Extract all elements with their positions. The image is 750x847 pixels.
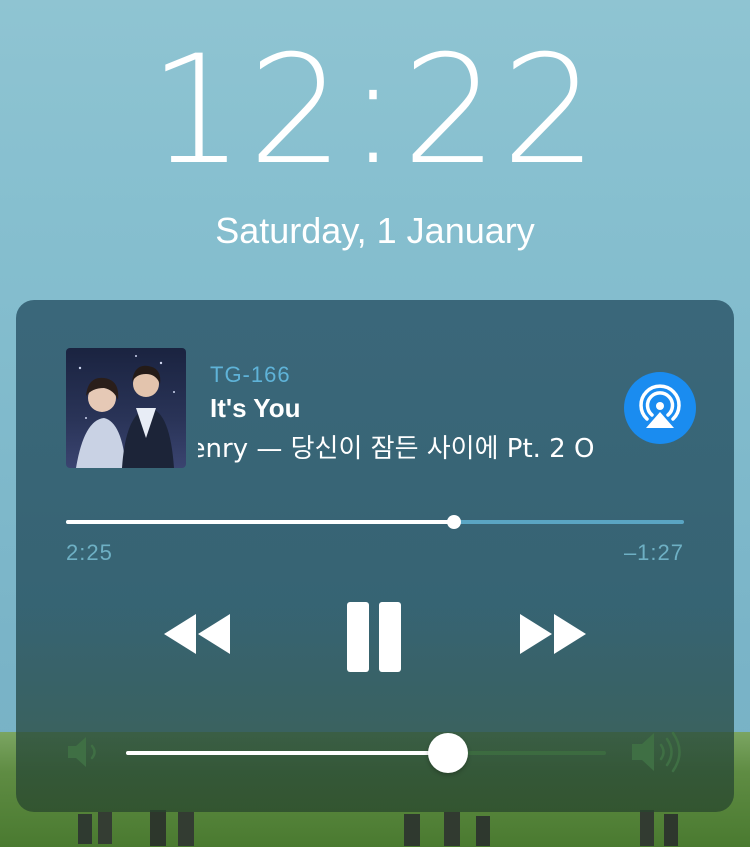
volume-low-icon: [66, 734, 104, 775]
track-subtitle-marquee: Henry — 당신이 잠든 사이에 Pt. 2 Original Televi…: [198, 428, 594, 464]
now-playing-widget: TG-166 It's You Henry — 당신이 잠든 사이에 Pt. 2…: [16, 300, 734, 812]
lock-screen-time: 12:22: [148, 24, 602, 198]
airplay-button[interactable]: [624, 372, 696, 444]
volume-slider[interactable]: [126, 733, 606, 773]
playback-scrubber-handle[interactable]: [447, 515, 461, 529]
fast-forward-button[interactable]: [518, 612, 588, 661]
album-artwork[interactable]: [66, 348, 186, 468]
pause-icon: [347, 602, 401, 672]
airplay-icon: [639, 384, 681, 428]
track-subtitle: Henry — 당신이 잠든 사이에 Pt. 2 Original Televi…: [198, 434, 594, 464]
rewind-icon: [164, 614, 230, 654]
album-artwork-image: [66, 348, 186, 468]
fast-forward-icon: [520, 614, 586, 654]
rewind-button[interactable]: [162, 612, 232, 661]
lock-screen-date: Saturday, 1 January: [215, 210, 535, 251]
playback-progress-fill: [66, 520, 454, 524]
pause-button[interactable]: [344, 600, 404, 679]
volume-slider-handle[interactable]: [428, 733, 468, 773]
track-title: It's You: [210, 393, 301, 423]
remaining-time: –1:27: [623, 540, 684, 565]
wallpaper-figures: [78, 810, 678, 846]
playback-progress-bar[interactable]: [66, 515, 684, 529]
track-source: TG-166: [210, 362, 291, 387]
volume-high-icon: [630, 728, 690, 781]
volume-slider-fill: [126, 751, 448, 755]
elapsed-time: 2:25: [66, 540, 113, 565]
